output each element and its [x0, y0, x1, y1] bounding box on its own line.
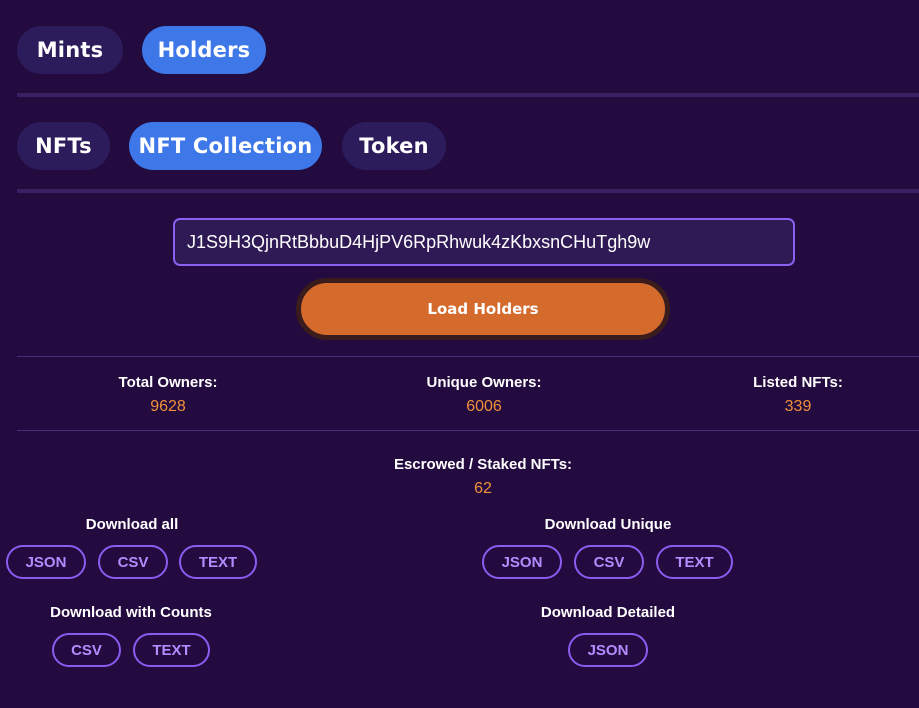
download-counts-title: Download with Counts	[50, 604, 212, 621]
stat-listed-nfts: Listed NFTs: 339	[668, 373, 919, 417]
download-detailed-json-button[interactable]: JSON	[568, 633, 648, 667]
download-all-csv-button[interactable]: CSV	[98, 545, 168, 579]
tab-mints[interactable]: Mints	[17, 26, 123, 74]
tab-holders[interactable]: Holders	[142, 26, 266, 74]
download-unique-text-button[interactable]: TEXT	[656, 545, 733, 579]
download-all-text-button[interactable]: TEXT	[179, 545, 257, 579]
stat-value: 6006	[466, 398, 502, 415]
download-counts-text-button[interactable]: TEXT	[133, 633, 210, 667]
stat-label: Escrowed / Staked NFTs:	[393, 456, 573, 473]
stat-label: Total Owners:	[118, 374, 218, 391]
stat-escrowed-staked: Escrowed / Staked NFTs: 62	[353, 455, 613, 499]
stat-value: 9628	[150, 398, 186, 415]
tab-token[interactable]: Token	[342, 122, 446, 170]
download-all-title: Download all	[85, 516, 179, 533]
stat-total-owners: Total Owners: 9628	[38, 373, 298, 417]
download-unique-csv-button[interactable]: CSV	[574, 545, 644, 579]
download-unique-title: Download Unique	[544, 516, 672, 533]
divider	[17, 356, 919, 357]
tab-nft-collection[interactable]: NFT Collection	[129, 122, 322, 170]
divider	[17, 430, 919, 431]
stat-value: 62	[474, 480, 492, 497]
download-counts-csv-button[interactable]: CSV	[52, 633, 121, 667]
collection-address-input[interactable]	[173, 218, 795, 266]
download-detailed-title: Download Detailed	[540, 604, 676, 621]
download-all-json-button[interactable]: JSON	[6, 545, 86, 579]
stat-value: 339	[784, 398, 812, 415]
load-holders-button[interactable]: Load Holders	[296, 278, 670, 340]
stat-unique-owners: Unique Owners: 6006	[354, 373, 614, 417]
divider	[17, 93, 919, 97]
stat-label: Listed NFTs:	[753, 374, 843, 391]
stat-label: Unique Owners:	[426, 374, 542, 391]
download-unique-json-button[interactable]: JSON	[482, 545, 562, 579]
tab-nfts[interactable]: NFTs	[17, 122, 110, 170]
divider	[17, 189, 919, 193]
